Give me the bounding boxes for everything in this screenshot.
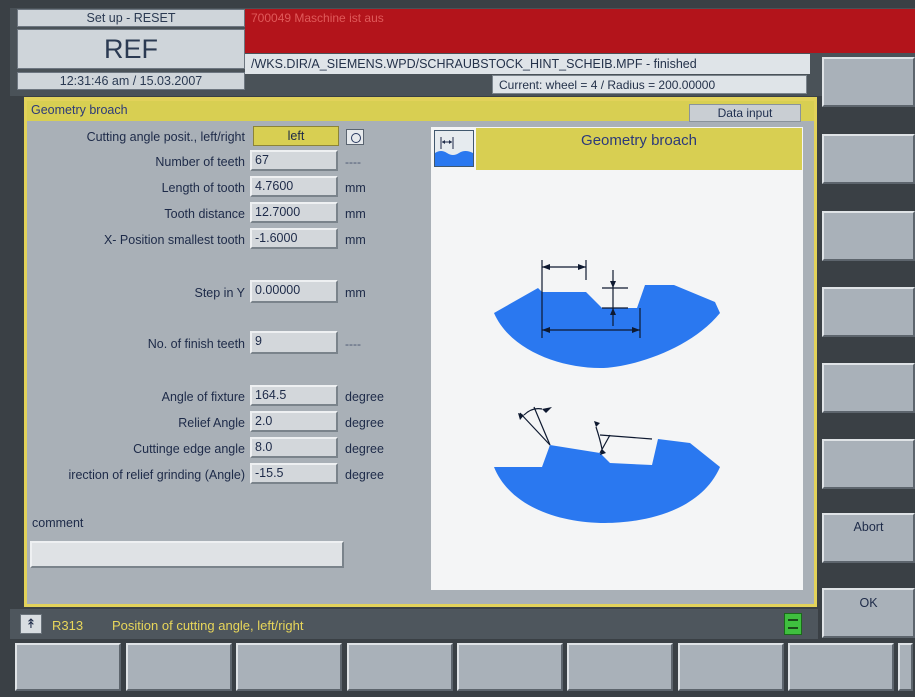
label-direction-of-relief-grinding: irection of relief grinding (Angle) bbox=[68, 468, 245, 482]
label-angle-of-fixture: Angle of fixture bbox=[161, 390, 245, 404]
cutting-angle-select[interactable]: left bbox=[253, 126, 339, 146]
softkey-v4[interactable] bbox=[822, 287, 915, 337]
broach-diagram-bottom bbox=[494, 406, 720, 523]
abort-button[interactable]: Abort bbox=[822, 513, 915, 563]
unit-no-of-finish-teeth: ---- bbox=[345, 337, 361, 351]
ok-button[interactable]: OK bbox=[822, 588, 915, 638]
relief-angle-field[interactable]: 2.0 bbox=[250, 411, 338, 432]
date-time: 12:31:46 am / 15.03.2007 bbox=[17, 72, 245, 90]
comment-label: comment bbox=[32, 516, 84, 530]
label-number-of-teeth: Number of teeth bbox=[155, 155, 245, 169]
broach-diagram-top bbox=[494, 260, 720, 368]
softkey-h5[interactable] bbox=[457, 643, 563, 691]
ref-label: REF bbox=[17, 29, 245, 69]
softkey-v5[interactable] bbox=[822, 363, 915, 413]
toggle-icon[interactable] bbox=[346, 129, 364, 145]
softkey-h1[interactable] bbox=[15, 643, 121, 691]
unit-angle-of-fixture: degree bbox=[345, 390, 384, 404]
softkey-v2[interactable] bbox=[822, 134, 915, 184]
softkey-v1[interactable] bbox=[822, 57, 915, 107]
label-tooth-distance: Tooth distance bbox=[164, 207, 245, 221]
cutting-edge-angle-field[interactable]: 8.0 bbox=[250, 437, 338, 458]
softkey-h4[interactable] bbox=[347, 643, 453, 691]
angle-of-fixture-field[interactable]: 164.5 bbox=[250, 385, 338, 406]
unit-step-in-y: mm bbox=[345, 286, 366, 300]
broach-icon bbox=[434, 130, 474, 167]
unit-direction-of-relief-grinding: degree bbox=[345, 468, 384, 482]
alarm-line: 700049 Maschine ist aus bbox=[245, 9, 915, 53]
current-wheel-radius: Current: wheel = 4 / Radius = 200.00000 bbox=[492, 75, 807, 94]
softkey-h8[interactable] bbox=[788, 643, 894, 691]
softkey-v6[interactable] bbox=[822, 439, 915, 489]
unit-length-of-tooth: mm bbox=[345, 181, 366, 195]
direction-of-relief-grinding-field[interactable]: -15.5 bbox=[250, 463, 338, 484]
status-message: Position of cutting angle, left/right bbox=[112, 618, 304, 633]
label-relief-angle: Relief Angle bbox=[178, 416, 245, 430]
label-cutting-angle: Cutting angle posit., left/right bbox=[86, 130, 245, 144]
label-step-in-y: Step in Y bbox=[194, 286, 245, 300]
unit-cutting-edge-angle: degree bbox=[345, 442, 384, 456]
step-in-y-field[interactable]: 0.00000 bbox=[250, 280, 338, 303]
no-of-finish-teeth-field[interactable]: 9 bbox=[250, 331, 338, 354]
length-of-tooth-field[interactable]: 4.7600 bbox=[250, 176, 338, 197]
data-input-tag: Data input bbox=[689, 104, 801, 122]
program-path: /WKS.DIR/A_SIEMENS.WPD/SCHRAUBSTOCK_HINT… bbox=[245, 54, 810, 74]
label-x-position-smallest-tooth: X- Position smallest tooth bbox=[103, 233, 245, 247]
channel-mode: Set up - RESET bbox=[17, 9, 245, 27]
unit-relief-angle: degree bbox=[345, 416, 384, 430]
unit-x-position: mm bbox=[345, 233, 366, 247]
status-code: R313 bbox=[52, 618, 84, 633]
recall-icon[interactable]: ↟ bbox=[20, 614, 42, 634]
label-no-of-finish-teeth: No. of finish teeth bbox=[147, 337, 245, 351]
label-cutting-edge-angle: Cuttinge edge angle bbox=[133, 442, 245, 456]
unit-tooth-distance: mm bbox=[345, 207, 366, 221]
softkey-v3[interactable] bbox=[822, 211, 915, 261]
softkey-h2[interactable] bbox=[126, 643, 232, 691]
comment-field[interactable] bbox=[30, 541, 344, 568]
unit-number-of-teeth: ---- bbox=[345, 155, 361, 169]
number-of-teeth-field[interactable]: 67 bbox=[250, 150, 338, 171]
softkey-h6[interactable] bbox=[567, 643, 673, 691]
x-position-smallest-tooth-field[interactable]: -1.6000 bbox=[250, 228, 338, 249]
label-length-of-tooth: Length of tooth bbox=[161, 181, 245, 195]
channel-switch-icon[interactable] bbox=[784, 613, 802, 635]
softkey-h7[interactable] bbox=[678, 643, 784, 691]
softkey-etc[interactable] bbox=[898, 643, 913, 691]
softkey-h3[interactable] bbox=[236, 643, 342, 691]
graphic-title: Geometry broach bbox=[476, 128, 802, 170]
tooth-distance-field[interactable]: 12.7000 bbox=[250, 202, 338, 223]
